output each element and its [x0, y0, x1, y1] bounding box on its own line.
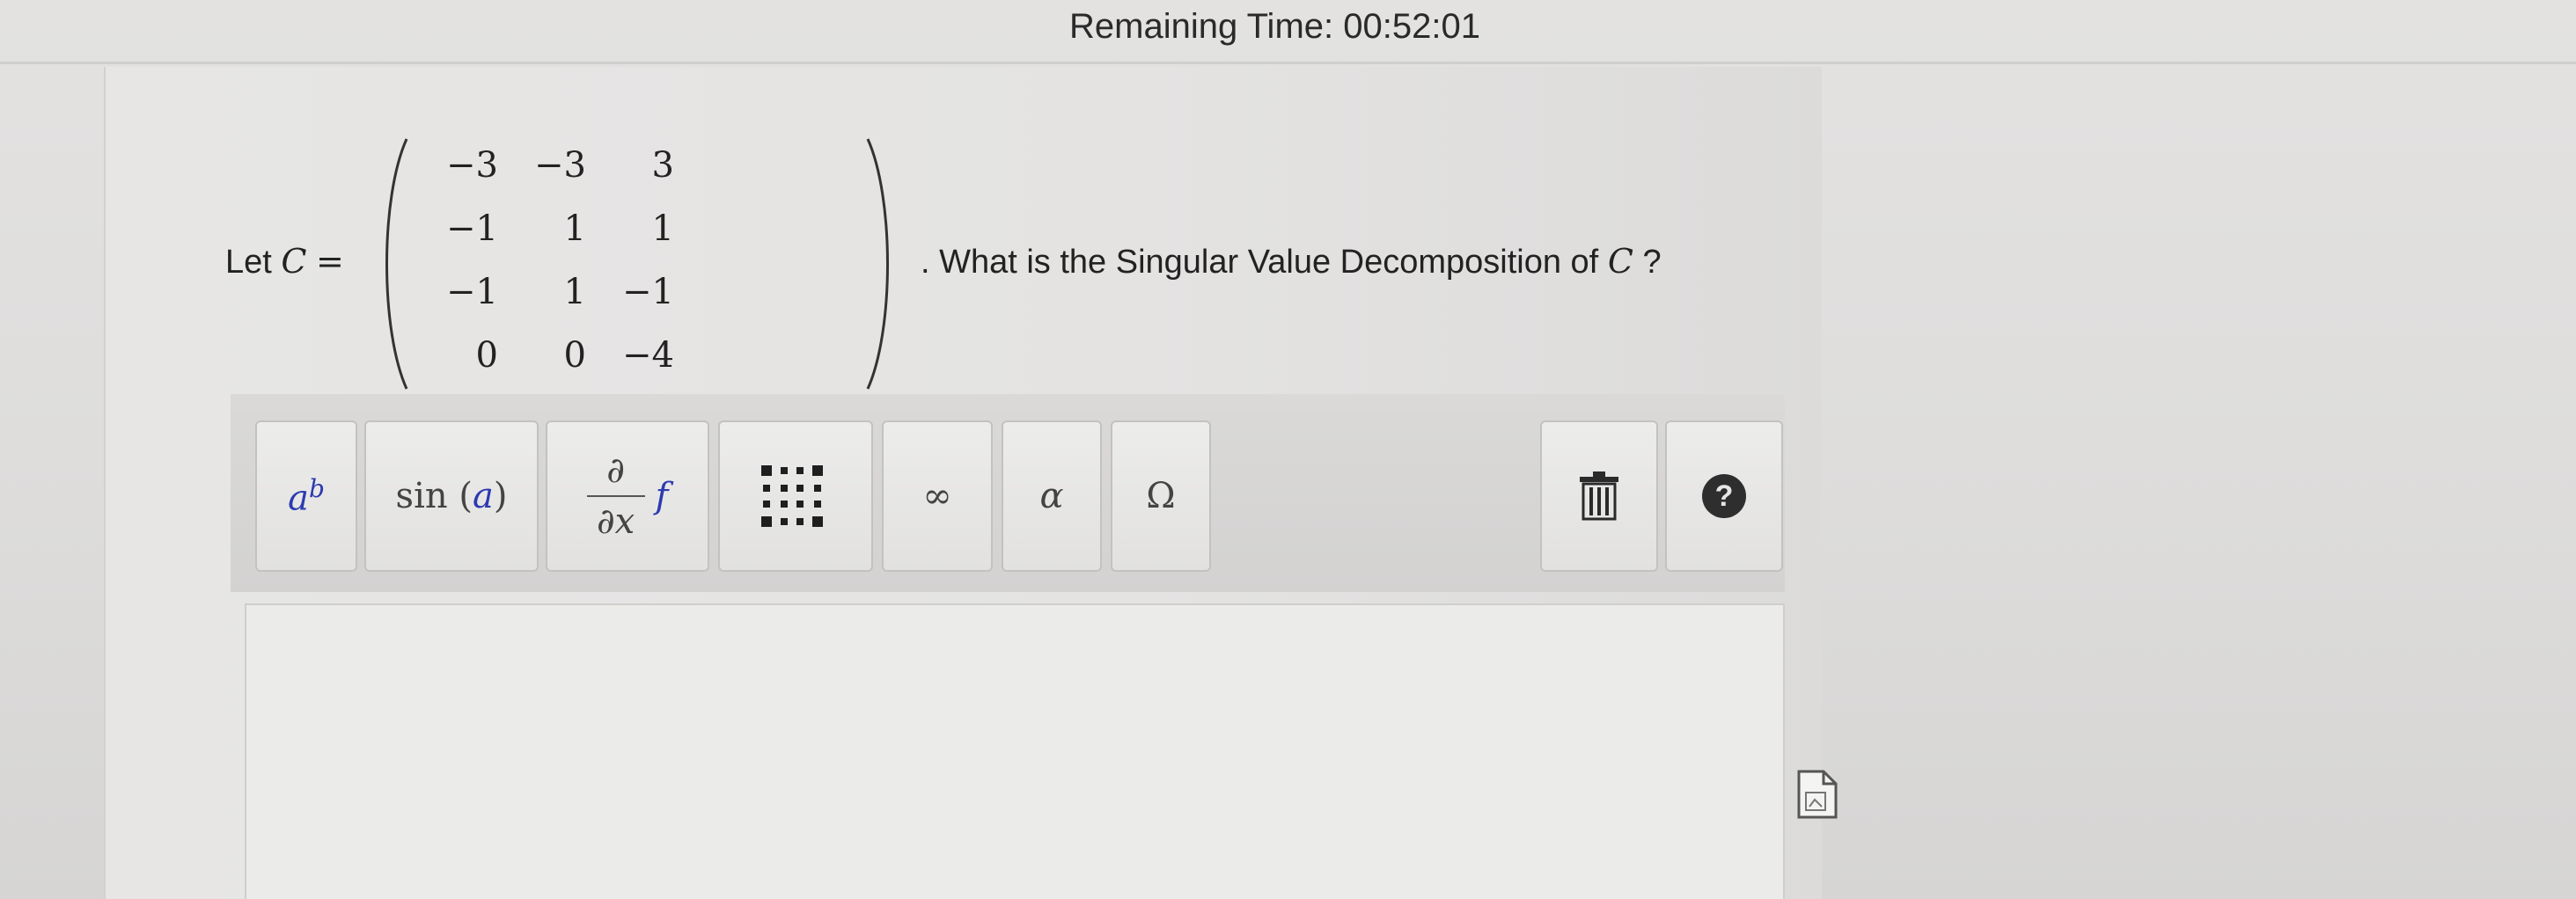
alpha-symbol: α: [1039, 476, 1064, 516]
matrix-cell: −1: [622, 272, 674, 312]
divider: [0, 62, 2576, 64]
trash-icon: [1580, 471, 1618, 521]
question-prefix: Let C =: [225, 235, 344, 289]
omega-symbol: Ω: [1146, 476, 1176, 516]
paren-close: ): [493, 476, 508, 516]
suffix-text: . What is the Singular Value Decompositi…: [921, 244, 1599, 281]
math-toolbar: ab sin (a) ∂ ∂x f ∞ α Ω ?: [231, 394, 1785, 592]
right-paren-icon: [866, 138, 889, 390]
matrix-cell: −1: [446, 272, 498, 312]
equals-sign: =: [316, 242, 344, 281]
function-name: sin: [395, 476, 448, 516]
matrix-cell: 1: [563, 272, 586, 312]
document-icon[interactable]: [1795, 768, 1839, 821]
matrix-cell: 3: [651, 145, 674, 186]
prefix-text: Let: [225, 244, 272, 281]
question: Let C = −3 −3 3 −1 1 1 −1 1 −1 0 0 −4 . …: [225, 136, 1662, 391]
matrix-cell: −1: [446, 208, 498, 249]
suffix-end: ?: [1633, 244, 1662, 281]
matrix-grid-icon: [761, 465, 823, 527]
exponent-base: a: [288, 478, 309, 519]
matrix-cell: 0: [475, 335, 498, 376]
greek-upper-button[interactable]: Ω: [1111, 420, 1211, 572]
derivative-denominator: ∂x: [596, 501, 635, 542]
derivative-function: f: [655, 476, 669, 516]
matrix-button[interactable]: [718, 420, 873, 572]
paren-open: (: [459, 476, 473, 516]
derivative-numerator: ∂: [606, 450, 625, 491]
help-button[interactable]: ?: [1665, 420, 1783, 572]
suffix-variable: C: [1607, 242, 1633, 281]
matrix-cell: −3: [534, 145, 586, 186]
matrix-cell: 0: [563, 335, 586, 376]
function-button[interactable]: sin (a): [364, 420, 539, 572]
timer: Remaining Time: 00:52:01: [1069, 7, 1480, 46]
matrix-grid: −3 −3 3 −1 1 1 −1 1 −1 0 0 −4: [419, 136, 859, 391]
help-icon: ?: [1702, 474, 1746, 518]
clear-button[interactable]: [1540, 420, 1658, 572]
greek-lower-button[interactable]: α: [1002, 420, 1102, 572]
question-suffix: . What is the Singular Value Decompositi…: [921, 235, 1662, 289]
exponent-sup: b: [308, 473, 325, 503]
matrix-cell: 1: [563, 208, 586, 249]
answer-input[interactable]: [245, 603, 1785, 899]
fraction-bar: [586, 495, 645, 497]
derivative-button[interactable]: ∂ ∂x f: [546, 420, 709, 572]
matrix-variable: C: [281, 242, 307, 281]
matrix-cell: −4: [622, 335, 674, 376]
matrix-cell: 1: [651, 208, 674, 249]
infinity-symbol: ∞: [922, 476, 952, 516]
exponent-button[interactable]: ab: [255, 420, 357, 572]
matrix-c: −3 −3 3 −1 1 1 −1 1 −1 0 0 −4: [375, 136, 903, 391]
function-arg: a: [472, 476, 494, 516]
matrix-cell: −3: [446, 145, 498, 186]
infinity-button[interactable]: ∞: [882, 420, 993, 572]
